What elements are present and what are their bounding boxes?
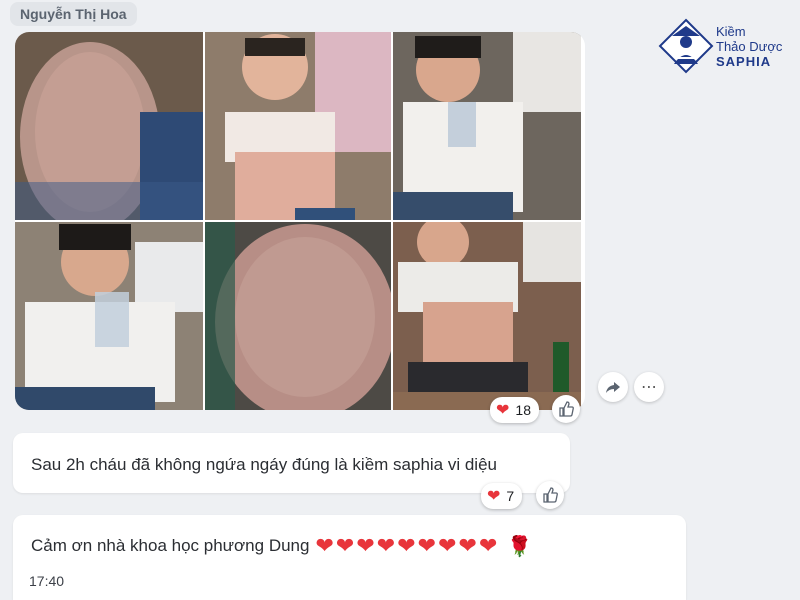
message-bubble-2[interactable]: Cảm ơn nhà khoa học phương Dung ❤❤❤❤❤❤❤❤…: [13, 515, 686, 600]
thumbs-up-icon: [543, 487, 558, 503]
photo-grid: [15, 32, 585, 410]
photo-1[interactable]: [15, 32, 203, 220]
message-timestamp: 17:40: [29, 573, 65, 589]
message-2-text: Cảm ơn nhà khoa học phương Dung: [31, 536, 310, 555]
message-1-text: Sau 2h cháu đã không ngứa ngáy đúng là k…: [31, 455, 497, 474]
rose-icon: 🌹: [507, 535, 533, 558]
photo-reaction-summary[interactable]: ❤ 18: [490, 397, 539, 423]
message-1-reaction-count: 7: [506, 488, 515, 504]
message-1-like-button[interactable]: [536, 481, 564, 509]
brand-line-3: SAPHIA: [716, 54, 772, 69]
hearts-emoji-row: ❤❤❤❤❤❤❤❤❤: [315, 533, 500, 558]
message-1-reaction-summary[interactable]: ❤ 7: [481, 483, 523, 509]
photo-2[interactable]: [205, 32, 391, 220]
scholar-portrait-logo-icon: [658, 18, 714, 74]
share-icon: [606, 382, 620, 393]
photo-like-button[interactable]: [552, 395, 580, 423]
photo-6[interactable]: [393, 222, 581, 410]
heart-icon: ❤: [487, 488, 501, 505]
share-button[interactable]: [598, 372, 628, 402]
photo-reaction-count: 18: [515, 402, 531, 418]
brand-watermark: Kiềm Thảo Dược SAPHIA: [658, 18, 798, 78]
thumbs-up-icon: [559, 401, 574, 417]
heart-icon: ❤: [496, 402, 510, 419]
photo-4[interactable]: [15, 222, 203, 410]
photo-3[interactable]: [393, 32, 581, 220]
brand-line-2: Thảo Dược: [716, 39, 783, 54]
more-options-button[interactable]: ⋯: [634, 372, 664, 402]
brand-line-1: Kiềm: [716, 24, 746, 39]
more-icon: ⋯: [641, 379, 657, 396]
sender-name[interactable]: Nguyễn Thị Hoa: [10, 2, 137, 26]
photo-5[interactable]: [205, 222, 391, 410]
